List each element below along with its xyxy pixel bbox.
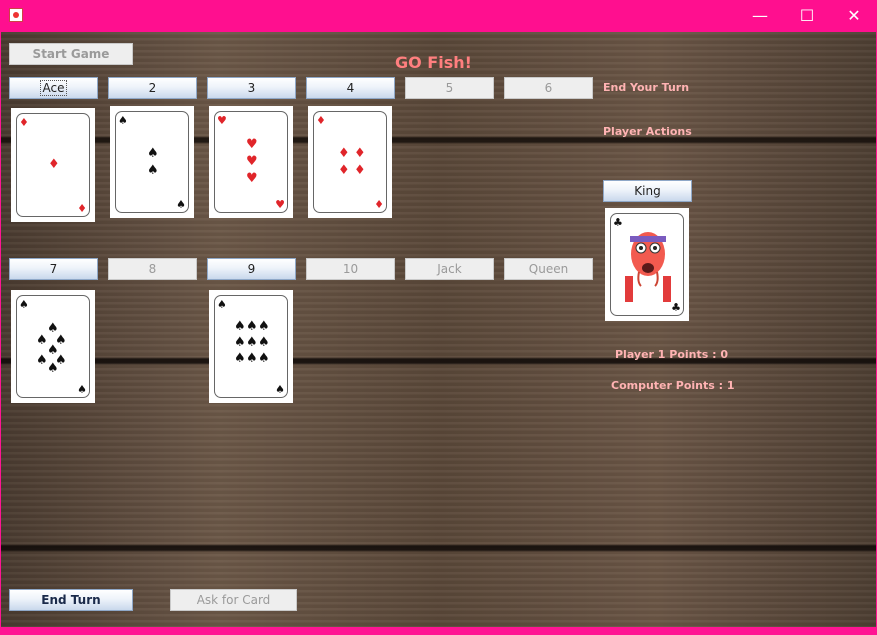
corner-spade-icon: ♠: [118, 114, 128, 127]
java-icon: [9, 8, 23, 22]
spade-pip-icon: ♠: [234, 351, 246, 366]
diamond-pip-icon: ♦: [354, 163, 366, 178]
minimize-button[interactable]: —: [737, 0, 783, 32]
heart-pip-icon: ♥: [246, 171, 258, 186]
spade-pip-icon: ♠: [47, 361, 59, 376]
card-four-of-diamonds[interactable]: ♦ ♦ ♦ ♦ ♦ ♦: [308, 106, 392, 218]
rank-button-3[interactable]: 3: [207, 77, 296, 99]
corner-diamond-icon: ♦: [374, 198, 384, 211]
rank-label: 2: [148, 81, 157, 95]
ask-for-card-label: Ask for Card: [196, 593, 271, 607]
spade-pip-icon: ♠: [246, 351, 258, 366]
corner-club-icon: ♣: [671, 301, 681, 314]
start-game-label: Start Game: [32, 47, 110, 61]
spade-pip-icon: ♠: [147, 163, 159, 178]
corner-spade-icon: ♠: [77, 383, 87, 396]
king-character-illustration: [625, 232, 671, 302]
corner-spade-icon: ♠: [217, 298, 227, 311]
rank-label: 4: [346, 81, 355, 95]
spade-pip-icon: ♠: [147, 146, 159, 161]
rank-button-ace[interactable]: Ace: [9, 77, 98, 99]
end-your-turn-label: End Your Turn: [603, 81, 690, 94]
spade-pip-icon: ♠: [258, 319, 270, 334]
end-turn-label: End Turn: [41, 593, 101, 607]
rank-label: Jack: [437, 262, 462, 276]
rank-label: 5: [445, 81, 454, 95]
corner-spade-icon: ♠: [176, 198, 186, 211]
card-three-of-hearts[interactable]: ♥ ♥ ♥ ♥ ♥: [209, 106, 293, 218]
rank-label: 7: [49, 262, 58, 276]
corner-heart-icon: ♥: [217, 114, 227, 127]
computer-points-label: Computer Points : 1: [611, 379, 735, 392]
corner-spade-icon: ♠: [19, 298, 29, 311]
rank-button-4[interactable]: 4: [306, 77, 395, 99]
spade-pip-icon: ♠: [258, 335, 270, 350]
end-turn-button[interactable]: End Turn: [9, 589, 133, 611]
close-button[interactable]: ✕: [831, 0, 877, 32]
ask-for-card-button[interactable]: Ask for Card: [170, 589, 297, 611]
card-ace-of-diamonds[interactable]: ♦ ♦ ♦: [11, 108, 95, 222]
spade-pip-icon: ♠: [36, 333, 48, 348]
rank-label: Queen: [528, 262, 569, 276]
window-bottom-border: [0, 627, 877, 635]
diamond-pip-icon: ♦: [338, 146, 350, 161]
heart-pip-icon: ♥: [246, 137, 258, 152]
rank-label: 8: [148, 262, 157, 276]
title-bar: — ☐ ✕: [0, 0, 877, 32]
spade-pip-icon: ♠: [234, 335, 246, 350]
diamond-pip-icon: ♦: [338, 163, 350, 178]
application-window: — ☐ ✕ Start Game GO Fish! Ace 2 3 4 5 6 …: [0, 0, 877, 635]
spade-pip-icon: ♠: [246, 319, 258, 334]
corner-diamond-icon: ♦: [19, 116, 29, 129]
spade-pip-icon: ♠: [36, 353, 48, 368]
spade-pip-icon: ♠: [258, 351, 270, 366]
card-face: ♣ ♣: [610, 213, 684, 316]
corner-diamond-icon: ♦: [316, 114, 326, 127]
card-two-of-spades[interactable]: ♠ ♠ ♠ ♠: [110, 106, 194, 218]
rank-button-9[interactable]: 9: [207, 258, 296, 280]
card-face: ♠ ♠ ♠ ♠ ♠ ♠ ♠ ♠ ♠ ♠ ♠: [214, 295, 288, 398]
spade-pip-icon: ♠: [246, 335, 258, 350]
page-title: GO Fish!: [395, 53, 472, 72]
rank-button-8[interactable]: 8: [108, 258, 197, 280]
card-seven-of-spades[interactable]: ♠ ♠ ♠ ♠ ♠ ♠ ♠ ♠ ♠: [11, 290, 95, 403]
king-label: King: [634, 184, 661, 198]
rank-button-10[interactable]: 10: [306, 258, 395, 280]
rank-label: 10: [342, 262, 359, 276]
rank-button-6[interactable]: 6: [504, 77, 593, 99]
rank-button-7[interactable]: 7: [9, 258, 98, 280]
player-points-label: Player 1 Points : 0: [615, 348, 729, 361]
rank-label: Ace: [39, 80, 68, 96]
maximize-button[interactable]: ☐: [784, 0, 830, 32]
corner-diamond-icon: ♦: [77, 202, 87, 215]
rank-button-queen[interactable]: Queen: [504, 258, 593, 280]
rank-button-jack[interactable]: Jack: [405, 258, 494, 280]
corner-heart-icon: ♥: [275, 198, 285, 211]
king-button[interactable]: King: [603, 180, 692, 202]
rank-label: 3: [247, 81, 256, 95]
diamond-pip-icon: ♦: [354, 146, 366, 161]
card-face: ♠ ♠ ♠ ♠: [115, 111, 189, 213]
start-game-button[interactable]: Start Game: [9, 43, 133, 65]
card-nine-of-spades[interactable]: ♠ ♠ ♠ ♠ ♠ ♠ ♠ ♠ ♠ ♠ ♠: [209, 290, 293, 403]
card-king-of-clubs[interactable]: ♣ ♣: [605, 208, 689, 321]
rank-label: 6: [544, 81, 553, 95]
heart-pip-icon: ♥: [246, 154, 258, 169]
rank-button-2[interactable]: 2: [108, 77, 197, 99]
player-actions-label: Player Actions: [603, 125, 692, 138]
card-face: ♦ ♦ ♦ ♦ ♦ ♦: [313, 111, 387, 213]
spade-pip-icon: ♠: [234, 319, 246, 334]
card-face: ♠ ♠ ♠ ♠ ♠ ♠ ♠ ♠ ♠: [16, 295, 90, 398]
rank-label: 9: [247, 262, 256, 276]
card-face: ♦ ♦ ♦: [16, 113, 90, 217]
rank-button-5[interactable]: 5: [405, 77, 494, 99]
diamond-pip-icon: ♦: [48, 157, 60, 172]
corner-spade-icon: ♠: [275, 383, 285, 396]
card-face: ♥ ♥ ♥ ♥ ♥: [214, 111, 288, 213]
